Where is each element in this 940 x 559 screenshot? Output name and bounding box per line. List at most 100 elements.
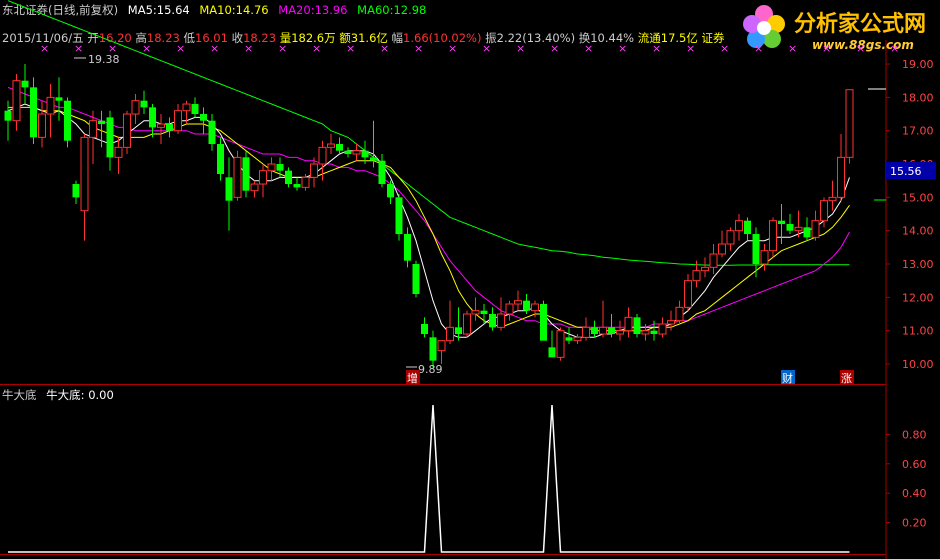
candle-body <box>591 327 598 335</box>
y-tick-label: 10.00 <box>902 358 934 371</box>
candle-body <box>80 136 89 212</box>
candle-body <box>318 146 327 165</box>
top-marker: × <box>652 42 661 55</box>
ind-y-tick-label: 0.20 <box>902 517 927 530</box>
candle-body <box>387 184 394 198</box>
top-marker: × <box>210 42 219 55</box>
max-price-label: 19.38 <box>88 53 120 66</box>
chart-canvas: 10.0011.0012.0013.0014.0015.0016.0017.00… <box>0 0 936 559</box>
candle-body <box>412 264 420 295</box>
candle-body <box>370 157 377 161</box>
top-marker: × <box>822 42 831 55</box>
top-marker: × <box>618 42 627 55</box>
candle-body <box>174 110 182 132</box>
candle-body <box>718 243 726 255</box>
top-marker: × <box>380 42 389 55</box>
event-tag: 涨 <box>841 372 852 385</box>
price-tag-text: 15.56 <box>890 165 922 178</box>
candle-body <box>556 330 565 358</box>
candle-body <box>573 336 582 342</box>
top-marker: × <box>312 42 321 55</box>
top-marker: × <box>176 42 185 55</box>
event-tag: 增 <box>407 371 418 385</box>
candle-body <box>123 113 131 148</box>
y-tick-label: 11.00 <box>902 325 934 338</box>
candle-body <box>89 120 97 138</box>
candle-body <box>98 120 105 125</box>
top-marker: × <box>890 42 899 55</box>
ma10-line <box>8 106 850 332</box>
candle-body <box>811 220 820 238</box>
candle-body <box>327 143 335 148</box>
candle-body <box>752 234 760 265</box>
ma20-line <box>7 86 850 328</box>
candle-body <box>608 327 615 335</box>
candle-body <box>242 157 250 191</box>
candle-body <box>540 304 547 341</box>
candle-body <box>310 163 318 178</box>
candle-body <box>837 156 845 198</box>
candle-body <box>285 170 292 185</box>
candle-body <box>505 303 514 315</box>
ind-y-tick-label: 0.60 <box>902 458 927 471</box>
top-marker: × <box>142 42 151 55</box>
ind-y-tick-label: 0.80 <box>902 428 927 441</box>
y-tick-label: 15.00 <box>902 191 934 204</box>
candle-body <box>182 103 191 112</box>
candle-body <box>30 87 37 138</box>
candle-body <box>55 97 63 101</box>
candle-body <box>497 313 505 328</box>
top-marker: × <box>244 42 253 55</box>
candle-body <box>565 337 573 341</box>
candle-body <box>828 196 837 202</box>
candle-body <box>421 324 428 335</box>
candle-body <box>233 156 242 198</box>
y-tick-label: 12.00 <box>902 291 934 304</box>
candle-body <box>692 270 701 282</box>
candle-body <box>794 226 803 232</box>
y-tick-label: 13.00 <box>902 258 934 271</box>
candle-body <box>455 327 462 335</box>
top-marker: × <box>550 42 559 55</box>
candle-body <box>650 330 658 335</box>
candle-body <box>157 123 165 128</box>
top-marker: × <box>686 42 695 55</box>
top-marker: × <box>584 42 593 55</box>
candle-body <box>378 160 386 185</box>
candle-body <box>46 96 55 115</box>
top-marker: × <box>516 42 525 55</box>
candle-body <box>21 80 29 88</box>
candle-body <box>301 176 310 188</box>
candle-body <box>267 163 276 172</box>
candle-body <box>726 230 735 245</box>
candle-body <box>735 220 743 232</box>
candle-body <box>701 266 709 272</box>
candle-body <box>667 320 675 325</box>
top-marker: × <box>482 42 491 55</box>
candle-body <box>352 150 361 155</box>
candle-body <box>709 253 718 268</box>
candle-body <box>446 326 454 342</box>
candle-body <box>225 177 233 201</box>
top-marker: × <box>720 42 729 55</box>
indicator-line-label: 牛大底: <box>46 388 85 402</box>
top-marker: × <box>448 42 457 55</box>
candle-body <box>114 146 123 158</box>
candle-body <box>633 317 641 335</box>
candle-body <box>191 104 199 115</box>
candle-body <box>106 117 114 158</box>
candle-body <box>404 234 411 261</box>
candle-body <box>471 310 480 315</box>
top-marker: × <box>346 42 355 55</box>
indicator-line <box>8 404 850 553</box>
candle-body <box>803 227 811 238</box>
candle-body <box>259 170 267 185</box>
indicator-title: 牛大底 <box>2 388 37 402</box>
min-price-label: 9.89 <box>418 363 443 376</box>
candle-body <box>582 326 590 338</box>
candle-body <box>616 330 624 335</box>
candle-body <box>437 340 446 352</box>
top-marker: × <box>40 42 49 55</box>
candle-body <box>845 89 854 158</box>
top-marker: × <box>754 42 763 55</box>
